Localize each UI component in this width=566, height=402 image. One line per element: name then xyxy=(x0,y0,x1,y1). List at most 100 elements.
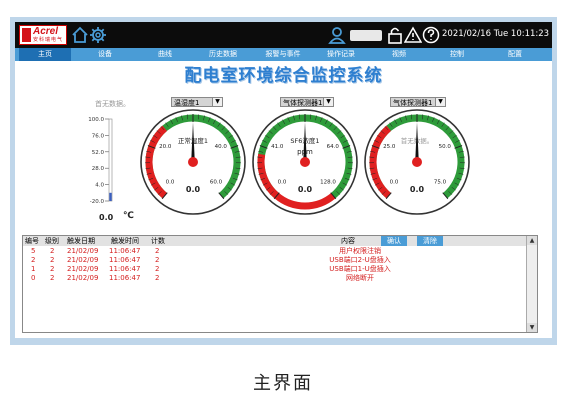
gauge-tick-label: 40.0 xyxy=(215,144,228,150)
acrel-logo: Acrel 安科瑞电气 xyxy=(19,25,67,45)
thermometer-nodata: 首无数据。 xyxy=(95,100,130,108)
sensor-select-1-value: 温湿度1 xyxy=(174,99,200,107)
top-bar: Acrel 安科瑞电气 2021/02/16 Tue 10:11:23 xyxy=(15,22,552,48)
cell-date: 21/02/09 xyxy=(67,256,99,264)
figure-caption: 主界面 xyxy=(253,373,313,394)
cell-no: 0 xyxy=(31,274,36,282)
user-icon[interactable] xyxy=(328,26,346,44)
cell-level: 2 xyxy=(50,265,55,273)
table-row[interactable]: 2 2 21/02/09 11:06:47 2 USB端口2-U盘插入 xyxy=(23,256,527,265)
home-icon[interactable] xyxy=(71,26,89,44)
cell-date: 21/02/09 xyxy=(67,247,99,255)
cell-content: USB端口1-U盘插入 xyxy=(329,265,391,273)
gauge-tick-label: 25.0 xyxy=(383,144,396,150)
sf6-gauge: 0.041.064.0128.0SF6浓度1ppm0.0 xyxy=(252,109,358,215)
gauge-tick-label: 50.0 xyxy=(439,144,452,150)
page-title: 配电室环境综合监控系统 xyxy=(184,66,383,86)
thermometer-tick-label: 76.0 xyxy=(92,133,105,139)
thermometer-tube xyxy=(108,118,113,202)
nav-devices[interactable]: 设备 xyxy=(79,48,131,61)
table-row[interactable]: 5 2 21/02/09 11:06:47 2 用户权限注销 xyxy=(23,247,527,256)
gas-gauge: 0.025.050.075.0首无数据。0.0 xyxy=(364,109,470,215)
gauge-hub xyxy=(300,157,310,167)
gauge-hub xyxy=(412,157,422,167)
gauge-tick-label: 64.0 xyxy=(327,144,340,150)
col-time: 触发时间 xyxy=(111,237,139,245)
gauge-tick-label: 41.0 xyxy=(271,144,284,150)
cell-content: USB端口2-U盘插入 xyxy=(329,256,391,264)
sensor-select-3[interactable]: 气体探测器1 ▼ xyxy=(390,97,446,107)
thermometer-fill xyxy=(109,192,112,201)
scroll-up-icon[interactable]: ▲ xyxy=(527,236,537,245)
scroll-down-icon[interactable]: ▼ xyxy=(527,323,537,332)
col-level: 级别 xyxy=(45,237,59,245)
gauge-tick-label: 0.0 xyxy=(278,179,287,185)
gauge-tick-label: 60.0 xyxy=(210,179,223,185)
sensor-select-3-value: 气体探测器1 xyxy=(393,99,433,107)
cell-count: 2 xyxy=(155,274,160,282)
cell-time: 11:06:47 xyxy=(109,256,141,264)
cell-count: 2 xyxy=(155,265,160,273)
cell-content: 网络断开 xyxy=(346,274,374,282)
cell-time: 11:06:47 xyxy=(109,274,141,282)
cell-no: 5 xyxy=(31,247,36,255)
cell-date: 21/02/09 xyxy=(67,274,99,282)
chevron-down-icon: ▼ xyxy=(323,98,333,106)
hmi-screen: Acrel 安科瑞电气 2021/02/16 Tue 10:11:23 主页 设… xyxy=(15,22,552,338)
sensor-select-1[interactable]: 温湿度1 ▼ xyxy=(171,97,223,107)
table-row[interactable]: 1 2 21/02/09 11:06:47 2 USB端口1-U盘插入 xyxy=(23,265,527,274)
thermometer-tick-label: 4.0 xyxy=(95,183,104,189)
clear-button[interactable]: 清除 xyxy=(417,236,443,246)
sensor-select-2-value: 气体探测器1 xyxy=(283,99,323,107)
cell-content: 用户权限注销 xyxy=(339,247,381,255)
event-table: 编号 级别 触发日期 触发时间 计数 内容 确认 清除 5 2 21/02/09… xyxy=(22,235,538,333)
nav-operation-log[interactable]: 操作记录 xyxy=(315,48,367,61)
event-scrollbar[interactable]: ▲ ▼ xyxy=(526,236,537,332)
logo-mark xyxy=(22,28,31,42)
cell-no: 1 xyxy=(31,265,36,273)
humidity-gauge: 0.020.040.060.0正常湿度10.0 xyxy=(140,109,246,215)
main-nav: 主页 设备 曲线 历史数据 报警与事件 操作记录 视频 控制 配置 xyxy=(15,48,552,61)
col-content: 内容 xyxy=(341,237,355,245)
username-field[interactable] xyxy=(350,30,382,41)
help-icon[interactable] xyxy=(422,26,440,44)
temperature-value: 0.0 xyxy=(99,213,114,222)
table-row[interactable]: 0 2 21/02/09 11:06:47 2 网络断开 xyxy=(23,274,527,283)
chevron-down-icon: ▼ xyxy=(435,98,445,106)
thermometer-tick-label: 100.0 xyxy=(88,117,104,123)
gear-icon[interactable] xyxy=(89,26,107,44)
gauge-hub xyxy=(188,157,198,167)
nav-video[interactable]: 视频 xyxy=(373,48,425,61)
nav-alarms[interactable]: 报警与事件 xyxy=(257,48,309,61)
nav-history[interactable]: 历史数据 xyxy=(197,48,249,61)
gauge-value: 0.0 xyxy=(186,185,201,194)
lock-icon[interactable] xyxy=(386,26,404,44)
cell-count: 2 xyxy=(155,256,160,264)
nav-control[interactable]: 控制 xyxy=(431,48,483,61)
thermometer-tick-label: 52.0 xyxy=(92,150,105,156)
datetime-display: 2021/02/16 Tue 10:11:23 xyxy=(442,29,550,39)
cell-level: 2 xyxy=(50,256,55,264)
col-no: 编号 xyxy=(25,237,39,245)
gauge-value: 0.0 xyxy=(410,185,425,194)
nav-config[interactable]: 配置 xyxy=(489,48,541,61)
cell-level: 2 xyxy=(50,274,55,282)
gauge-tick-label: 0.0 xyxy=(390,179,399,185)
gauge-tick-label: 75.0 xyxy=(434,179,447,185)
event-table-header: 编号 级别 触发日期 触发时间 计数 内容 确认 清除 xyxy=(23,236,527,246)
logo-subtext: 安科瑞电气 xyxy=(33,37,64,43)
thermometer: 100.0 76.0 52.0 28.0 4.0 -20.0 xyxy=(88,117,113,205)
cell-date: 21/02/09 xyxy=(67,265,99,273)
col-date: 触发日期 xyxy=(67,237,95,245)
cell-count: 2 xyxy=(155,247,160,255)
thermometer-tick-label: -20.0 xyxy=(90,199,105,205)
col-count: 计数 xyxy=(151,237,165,245)
cell-no: 2 xyxy=(31,256,36,264)
gauge-tick-label: 20.0 xyxy=(159,144,172,150)
thermometer-tick-label: 28.0 xyxy=(92,166,105,172)
warning-icon[interactable] xyxy=(404,26,422,44)
confirm-button[interactable]: 确认 xyxy=(381,236,407,246)
nav-curves[interactable]: 曲线 xyxy=(139,48,191,61)
nav-home[interactable]: 主页 xyxy=(19,48,71,61)
sensor-select-2[interactable]: 气体探测器1 ▼ xyxy=(280,97,334,107)
